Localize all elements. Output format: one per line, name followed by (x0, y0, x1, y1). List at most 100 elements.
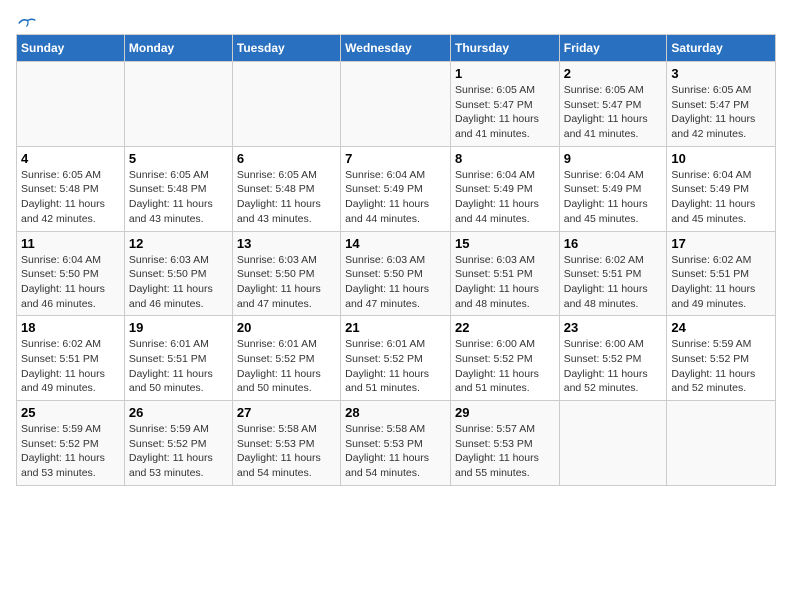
calendar-cell: 14 Sunrise: 6:03 AMSunset: 5:50 PMDayligh… (341, 231, 451, 316)
calendar-cell: 1 Sunrise: 6:05 AMSunset: 5:47 PMDaylight… (450, 62, 559, 147)
day-number: 9 (564, 151, 663, 166)
calendar-cell: 8 Sunrise: 6:04 AMSunset: 5:49 PMDaylight… (450, 146, 559, 231)
day-info: Sunrise: 6:01 AMSunset: 5:51 PMDaylight:… (129, 337, 228, 396)
day-number: 11 (21, 236, 120, 251)
calendar-cell: 27 Sunrise: 5:58 AMSunset: 5:53 PMDayligh… (232, 401, 340, 486)
day-number: 14 (345, 236, 446, 251)
calendar-cell: 4 Sunrise: 6:05 AMSunset: 5:48 PMDaylight… (17, 146, 125, 231)
day-info: Sunrise: 6:04 AMSunset: 5:49 PMDaylight:… (564, 168, 663, 227)
calendar-cell: 23 Sunrise: 6:00 AMSunset: 5:52 PMDayligh… (559, 316, 667, 401)
calendar-cell: 16Sunrise: 6:02 AMSunset: 5:51 PMDayligh… (559, 231, 667, 316)
calendar-cell: 18 Sunrise: 6:02 AMSunset: 5:51 PMDayligh… (17, 316, 125, 401)
day-info: Sunrise: 6:03 AMSunset: 5:51 PMDaylight:… (455, 253, 555, 312)
day-number: 18 (21, 320, 120, 335)
calendar-cell (232, 62, 340, 147)
calendar-cell: 12 Sunrise: 6:03 AMSunset: 5:50 PMDayligh… (124, 231, 232, 316)
calendar-cell: 22 Sunrise: 6:00 AMSunset: 5:52 PMDayligh… (450, 316, 559, 401)
day-info: Sunrise: 6:00 AMSunset: 5:52 PMDaylight:… (455, 337, 555, 396)
day-info: Sunrise: 6:04 AMSunset: 5:49 PMDaylight:… (671, 168, 771, 227)
calendar-cell: 5Sunrise: 6:05 AMSunset: 5:48 PMDaylight… (124, 146, 232, 231)
calendar-cell: 29 Sunrise: 5:57 AMSunset: 5:53 PMDayligh… (450, 401, 559, 486)
day-info: Sunrise: 5:59 AMSunset: 5:52 PMDaylight:… (21, 422, 120, 481)
day-number: 20 (237, 320, 336, 335)
header-day-tuesday: Tuesday (232, 35, 340, 62)
day-number: 2 (564, 66, 663, 81)
logo-bird-icon (18, 16, 36, 30)
day-info: Sunrise: 5:58 AMSunset: 5:53 PMDaylight:… (345, 422, 446, 481)
day-number: 4 (21, 151, 120, 166)
day-number: 5 (129, 151, 228, 166)
day-number: 17 (671, 236, 771, 251)
day-info: Sunrise: 6:05 AMSunset: 5:47 PMDaylight:… (671, 83, 771, 142)
day-info: Sunrise: 6:04 AMSunset: 5:50 PMDaylight:… (21, 253, 120, 312)
calendar-cell: 26 Sunrise: 5:59 AMSunset: 5:52 PMDayligh… (124, 401, 232, 486)
calendar-cell: 25 Sunrise: 5:59 AMSunset: 5:52 PMDayligh… (17, 401, 125, 486)
calendar-cell: 2 Sunrise: 6:05 AMSunset: 5:47 PMDaylight… (559, 62, 667, 147)
day-number: 25 (21, 405, 120, 420)
day-info: Sunrise: 6:05 AMSunset: 5:48 PMDaylight:… (21, 168, 120, 227)
day-info: Sunrise: 6:00 AMSunset: 5:52 PMDaylight:… (564, 337, 663, 396)
calendar-body: 1 Sunrise: 6:05 AMSunset: 5:47 PMDaylight… (17, 62, 776, 486)
day-info: Sunrise: 6:03 AMSunset: 5:50 PMDaylight:… (237, 253, 336, 312)
calendar-table: SundayMondayTuesdayWednesdayThursdayFrid… (16, 34, 776, 486)
header-day-monday: Monday (124, 35, 232, 62)
day-info: Sunrise: 6:01 AMSunset: 5:52 PMDaylight:… (345, 337, 446, 396)
calendar-cell: 21 Sunrise: 6:01 AMSunset: 5:52 PMDayligh… (341, 316, 451, 401)
day-number: 3 (671, 66, 771, 81)
calendar-cell: 9 Sunrise: 6:04 AMSunset: 5:49 PMDaylight… (559, 146, 667, 231)
day-info: Sunrise: 6:04 AMSunset: 5:49 PMDaylight:… (345, 168, 446, 227)
day-number: 7 (345, 151, 446, 166)
day-info: Sunrise: 6:02 AMSunset: 5:51 PMDaylight:… (671, 253, 771, 312)
week-row-3: 11 Sunrise: 6:04 AMSunset: 5:50 PMDayligh… (17, 231, 776, 316)
day-number: 28 (345, 405, 446, 420)
day-info: Sunrise: 6:05 AMSunset: 5:47 PMDaylight:… (455, 83, 555, 142)
day-info: Sunrise: 6:02 AMSunset: 5:51 PMDaylight:… (21, 337, 120, 396)
day-info: Sunrise: 6:02 AMSunset: 5:51 PMDaylight:… (564, 253, 663, 312)
calendar-cell: 6Sunrise: 6:05 AMSunset: 5:48 PMDaylight… (232, 146, 340, 231)
day-info: Sunrise: 6:03 AMSunset: 5:50 PMDaylight:… (345, 253, 446, 312)
week-row-2: 4 Sunrise: 6:05 AMSunset: 5:48 PMDaylight… (17, 146, 776, 231)
day-info: Sunrise: 6:03 AMSunset: 5:50 PMDaylight:… (129, 253, 228, 312)
calendar-cell (559, 401, 667, 486)
day-info: Sunrise: 5:57 AMSunset: 5:53 PMDaylight:… (455, 422, 555, 481)
logo (16, 16, 36, 26)
calendar-cell: 10Sunrise: 6:04 AMSunset: 5:49 PMDayligh… (667, 146, 776, 231)
week-row-1: 1 Sunrise: 6:05 AMSunset: 5:47 PMDaylight… (17, 62, 776, 147)
day-info: Sunrise: 5:59 AMSunset: 5:52 PMDaylight:… (129, 422, 228, 481)
calendar-cell (124, 62, 232, 147)
calendar-cell: 15 Sunrise: 6:03 AMSunset: 5:51 PMDayligh… (450, 231, 559, 316)
header-day-sunday: Sunday (17, 35, 125, 62)
day-number: 22 (455, 320, 555, 335)
day-info: Sunrise: 5:58 AMSunset: 5:53 PMDaylight:… (237, 422, 336, 481)
day-number: 8 (455, 151, 555, 166)
day-info: Sunrise: 5:59 AMSunset: 5:52 PMDaylight:… (671, 337, 771, 396)
day-info: Sunrise: 6:01 AMSunset: 5:52 PMDaylight:… (237, 337, 336, 396)
day-number: 21 (345, 320, 446, 335)
calendar-cell: 3 Sunrise: 6:05 AMSunset: 5:47 PMDaylight… (667, 62, 776, 147)
calendar-header-row: SundayMondayTuesdayWednesdayThursdayFrid… (17, 35, 776, 62)
week-row-5: 25 Sunrise: 5:59 AMSunset: 5:52 PMDayligh… (17, 401, 776, 486)
day-info: Sunrise: 6:05 AMSunset: 5:47 PMDaylight:… (564, 83, 663, 142)
calendar-cell: 28 Sunrise: 5:58 AMSunset: 5:53 PMDayligh… (341, 401, 451, 486)
header-day-wednesday: Wednesday (341, 35, 451, 62)
day-number: 24 (671, 320, 771, 335)
day-number: 23 (564, 320, 663, 335)
calendar-cell: 13Sunrise: 6:03 AMSunset: 5:50 PMDayligh… (232, 231, 340, 316)
calendar-cell: 20 Sunrise: 6:01 AMSunset: 5:52 PMDayligh… (232, 316, 340, 401)
day-number: 15 (455, 236, 555, 251)
calendar-cell: 7 Sunrise: 6:04 AMSunset: 5:49 PMDaylight… (341, 146, 451, 231)
day-number: 26 (129, 405, 228, 420)
day-number: 12 (129, 236, 228, 251)
day-info: Sunrise: 6:04 AMSunset: 5:49 PMDaylight:… (455, 168, 555, 227)
calendar-cell (667, 401, 776, 486)
day-number: 19 (129, 320, 228, 335)
day-number: 27 (237, 405, 336, 420)
calendar-cell: 19 Sunrise: 6:01 AMSunset: 5:51 PMDayligh… (124, 316, 232, 401)
calendar-cell: 11 Sunrise: 6:04 AMSunset: 5:50 PMDayligh… (17, 231, 125, 316)
header-day-friday: Friday (559, 35, 667, 62)
day-number: 1 (455, 66, 555, 81)
day-info: Sunrise: 6:05 AMSunset: 5:48 PMDaylight:… (237, 168, 336, 227)
calendar-cell: 17 Sunrise: 6:02 AMSunset: 5:51 PMDayligh… (667, 231, 776, 316)
day-number: 29 (455, 405, 555, 420)
calendar-cell (17, 62, 125, 147)
